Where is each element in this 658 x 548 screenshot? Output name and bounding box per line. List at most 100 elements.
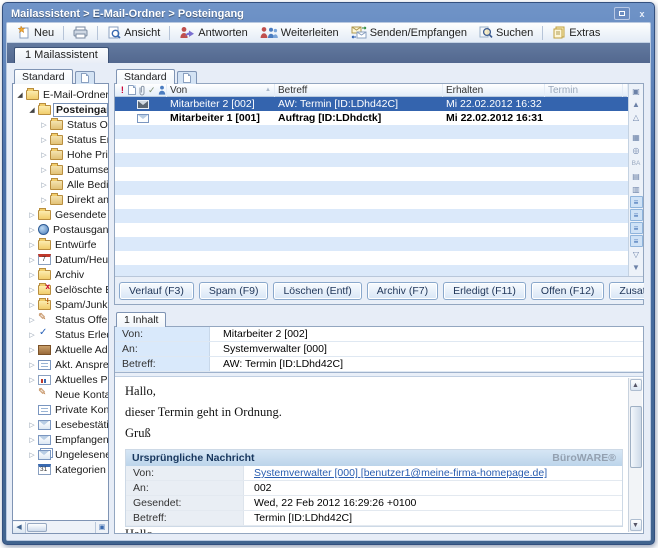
empty-list-row[interactable]: [115, 223, 628, 237]
empty-list-row[interactable]: [115, 195, 628, 209]
tree-item-archiv[interactable]: Archiv: [13, 267, 108, 282]
column-header-von[interactable]: Von▲: [167, 84, 275, 97]
expander-icon[interactable]: [27, 211, 37, 219]
empty-list-row[interactable]: [115, 209, 628, 223]
toolbar-neu-button[interactable]: Neu: [11, 24, 60, 41]
view-list-2-icon[interactable]: ≡: [630, 209, 643, 221]
tab-mailassistent[interactable]: 1 Mailassistent: [14, 47, 109, 63]
tree-item-lesebestätigungen[interactable]: Lesebestätigungen: [13, 417, 108, 432]
sidebar-horizontal-scrollbar[interactable]: ◀ ▣: [12, 521, 109, 534]
expander-icon[interactable]: [27, 346, 37, 354]
empty-list-row[interactable]: [115, 181, 628, 195]
scroll-left-icon[interactable]: ◀: [13, 522, 26, 533]
column-header-betreff[interactable]: Betreff: [275, 84, 443, 97]
sidebar-tab-standard[interactable]: Standard: [14, 69, 73, 84]
columns-icon[interactable]: ▦: [630, 131, 643, 143]
expander-icon[interactable]: [39, 121, 49, 129]
toolbar-print-button[interactable]: [67, 24, 94, 41]
expander-icon[interactable]: [27, 331, 37, 339]
tree-item-entwürfe[interactable]: Entwürfe: [13, 237, 108, 252]
calendar-icon[interactable]: ▤: [630, 170, 643, 182]
empty-list-row[interactable]: [115, 167, 628, 181]
scroll-down-icon[interactable]: ▽: [630, 248, 643, 260]
tree-item-spam-junkmails[interactable]: Spam/Junkmails: [13, 297, 108, 312]
tree-item-aktuelles-projekt[interactable]: Aktuelles Projekt: [13, 372, 108, 387]
copy-pages-icon[interactable]: ▣: [630, 85, 643, 97]
tree-item-private-kontakte[interactable]: Private Kontakte: [13, 402, 108, 417]
tree-item-alle-bediener[interactable]: Alle Bediener: [13, 177, 108, 192]
expander-icon[interactable]: [39, 166, 49, 174]
restore-window-icon[interactable]: [614, 7, 630, 20]
column-header-termin[interactable]: Termin: [545, 84, 623, 97]
action-button-zusatz[interactable]: Zusatz: [609, 282, 644, 300]
print-list-icon[interactable]: ▥: [630, 183, 643, 195]
toolbar-suchen-button[interactable]: Suchen: [473, 24, 539, 41]
attachment-column-icon[interactable]: [138, 85, 147, 96]
empty-list-row[interactable]: [115, 251, 628, 265]
person-column-icon[interactable]: [157, 85, 166, 96]
view-list-1-icon[interactable]: ≡: [630, 196, 643, 208]
mail-row[interactable]: Mitarbeiter 1 [001] Auftrag [ID:LDhdctk]…: [115, 111, 628, 125]
expander-icon[interactable]: [27, 256, 37, 264]
quote-field-value[interactable]: 002: [244, 481, 622, 495]
tree-item-status-erledigt[interactable]: Status Erledigt: [13, 327, 108, 342]
view-list-4-icon[interactable]: ≡: [630, 235, 643, 247]
tree-item-datumselektion[interactable]: Datumselektion: [13, 162, 108, 177]
expander-icon[interactable]: [39, 196, 49, 204]
scroll-top-icon[interactable]: ▲: [630, 98, 643, 110]
quote-field-value[interactable]: Wed, 22 Feb 2012 16:29:26 +0100: [244, 496, 622, 510]
list-tab-standard[interactable]: Standard: [116, 69, 175, 84]
tree-item-aktuelle-adresse[interactable]: Aktuelle Adresse: [13, 342, 108, 357]
expander-icon[interactable]: [39, 181, 49, 189]
toolbar-senden-empfangen-button[interactable]: Senden/Empfangen: [345, 24, 473, 41]
expander-icon[interactable]: [27, 361, 37, 369]
tree-item-akt-ansprechpartn[interactable]: Akt. Ansprechpartn: [13, 357, 108, 372]
scroll-up-icon[interactable]: △: [630, 111, 643, 123]
list-tab-new-view[interactable]: [177, 71, 197, 84]
expander-icon[interactable]: [27, 451, 37, 459]
tree-item-neue-kontakte[interactable]: Neue Kontakte: [13, 387, 108, 402]
column-header-erhalten[interactable]: Erhalten: [443, 84, 545, 97]
toolbar-ansicht-button[interactable]: Ansicht: [101, 24, 166, 41]
expander-icon[interactable]: [27, 421, 37, 429]
expander-icon[interactable]: [27, 301, 37, 309]
tree-item-ungelesene-mails[interactable]: Ungelesene Mails: [13, 447, 108, 462]
empty-list-row[interactable]: [115, 153, 628, 167]
tree-item-e-mail-ordner[interactable]: E-Mail-Ordner: [13, 87, 108, 102]
tree-item-postausgang[interactable]: Postausgang: [13, 222, 108, 237]
toolbar-antworten-button[interactable]: Antworten: [173, 24, 254, 41]
action-button-löschen-entf-[interactable]: Löschen (Entf): [273, 282, 361, 300]
tree-item-status-erledigt[interactable]: Status Erledigt: [13, 132, 108, 147]
content-tab-inhalt[interactable]: 1 Inhalt: [116, 312, 166, 327]
empty-list-row[interactable]: [115, 265, 628, 276]
tree-item-kategorien[interactable]: Kategorien: [13, 462, 108, 477]
action-button-spam-f9-[interactable]: Spam (F9): [199, 282, 269, 300]
tree-item-gesendete-e-mails[interactable]: Gesendete E-Mails: [13, 207, 108, 222]
expander-icon[interactable]: [39, 151, 49, 159]
expander-icon[interactable]: [15, 91, 25, 99]
toolbar-extras-button[interactable]: Extras: [546, 24, 606, 41]
expander-icon[interactable]: [27, 106, 37, 114]
view-list-3-icon[interactable]: ≡: [630, 222, 643, 234]
title-bar[interactable]: Mailassistent > E-Mail-Ordner > Posteing…: [11, 5, 650, 22]
empty-list-row[interactable]: [115, 139, 628, 153]
scroll-up-icon[interactable]: ▲: [630, 379, 642, 391]
expander-icon[interactable]: [27, 226, 37, 234]
tree-item-datum-heute[interactable]: Datum/Heute: [13, 252, 108, 267]
empty-list-row[interactable]: [115, 237, 628, 251]
tree-item-status-offen[interactable]: Status Offen: [13, 117, 108, 132]
action-button-offen-f12-[interactable]: Offen (F12): [531, 282, 605, 300]
tree-item-direkt-an-mich[interactable]: Direkt an mich: [13, 192, 108, 207]
scrollbar-thumb[interactable]: [27, 523, 47, 532]
sidebar-tab-new-view[interactable]: [75, 71, 95, 84]
expander-icon[interactable]: [27, 376, 37, 384]
check-column-icon[interactable]: ✓: [147, 85, 156, 96]
expander-icon[interactable]: [27, 286, 37, 294]
empty-list-row[interactable]: [115, 125, 628, 139]
expander-icon[interactable]: [39, 136, 49, 144]
expander-icon[interactable]: [27, 241, 37, 249]
quote-field-value[interactable]: Termin [ID:LDhd42C]: [244, 511, 622, 525]
tree-item-status-offen[interactable]: Status Offen: [13, 312, 108, 327]
quote-field-value[interactable]: Systemverwalter [000] [benutzer1@meine-f…: [244, 466, 622, 480]
expander-icon[interactable]: [27, 436, 37, 444]
